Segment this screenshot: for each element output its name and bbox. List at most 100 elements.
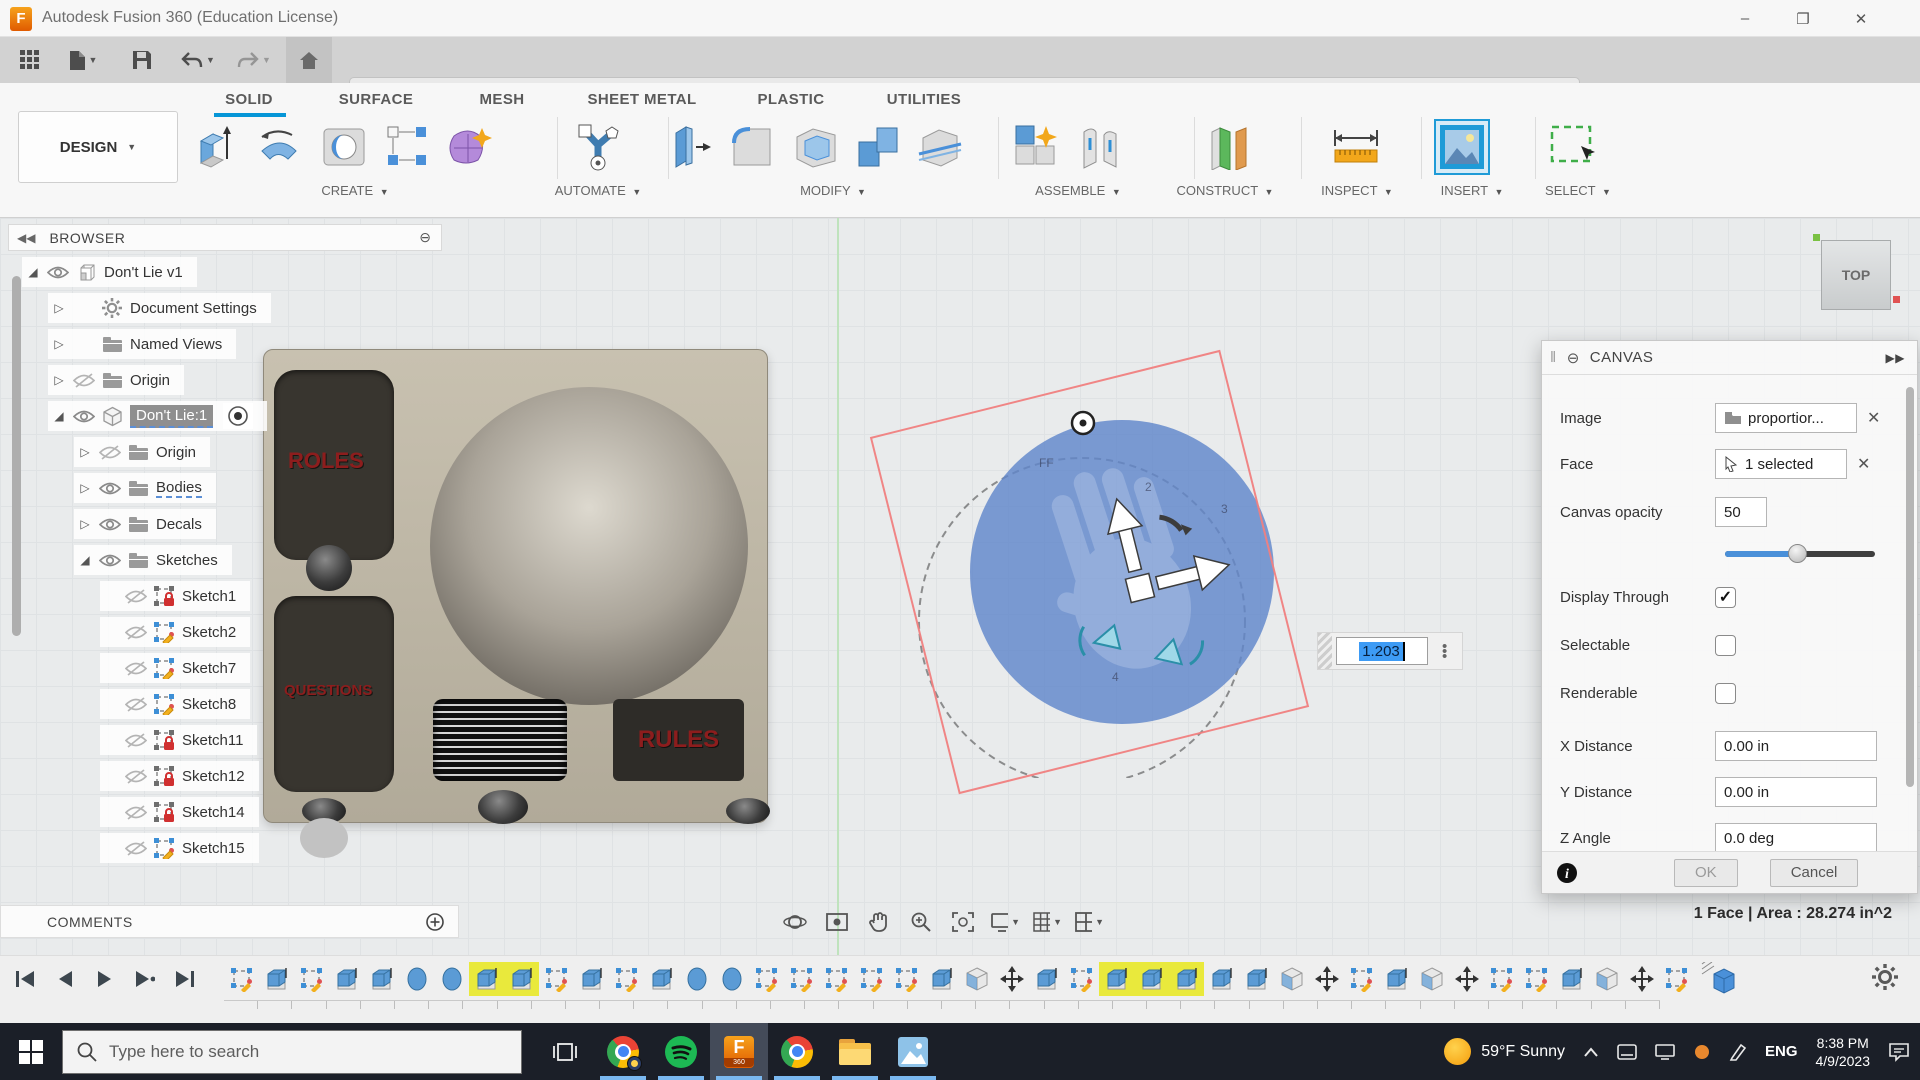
press-pull-icon[interactable]	[664, 121, 716, 173]
group-label-inspect[interactable]: INSPECT ▼	[1321, 183, 1393, 198]
timeline-feature-extrude[interactable]	[259, 962, 294, 996]
visibility-eye-icon[interactable]	[70, 373, 98, 388]
timeline-feature-sketch[interactable]	[1344, 962, 1379, 996]
canvas-dialog-header[interactable]: ‖ ⊖ CANVAS ▶▶	[1542, 341, 1917, 375]
timeline-feature-sketch[interactable]	[1484, 962, 1519, 996]
browser-row-sketch8[interactable]: Sketch8	[100, 689, 250, 719]
visibility-eye-icon[interactable]	[122, 589, 150, 604]
view-cube[interactable]: TOP	[1821, 240, 1891, 310]
timeline-feature-ellipse[interactable]	[434, 962, 469, 996]
taskbar-app-file-explorer[interactable]	[826, 1023, 884, 1080]
group-label-assemble[interactable]: ASSEMBLE ▼	[1035, 183, 1121, 198]
taskbar-search[interactable]: Type here to search	[62, 1030, 522, 1074]
visibility-eye-icon[interactable]	[96, 517, 124, 532]
timeline-feature-sketch[interactable]	[539, 962, 574, 996]
ok-button[interactable]: OK	[1674, 859, 1738, 887]
scale-value-input[interactable]: 1.203	[1336, 637, 1428, 665]
timeline-feature-move[interactable]	[1624, 962, 1659, 996]
timeline-feature-extrude[interactable]	[1239, 962, 1274, 996]
pattern-icon[interactable]	[382, 121, 434, 173]
group-label-modify[interactable]: MODIFY ▼	[800, 183, 866, 198]
model-knob[interactable]	[306, 545, 352, 591]
select-icon[interactable]	[1548, 121, 1600, 173]
browser-header[interactable]: ◀◀ BROWSER ⊖	[8, 224, 442, 251]
clear-face-icon[interactable]: ✕	[1857, 454, 1870, 474]
visibility-eye-icon[interactable]	[96, 553, 124, 568]
visibility-eye-icon[interactable]	[122, 805, 150, 820]
browser-row-sketch15[interactable]: Sketch15	[100, 833, 259, 863]
insert-canvas-icon[interactable]	[1436, 121, 1488, 173]
model-knob[interactable]	[726, 798, 770, 824]
taskbar-clock[interactable]: 8:38 PM 4/9/2023	[1816, 1034, 1871, 1070]
taskbar-app-spotify[interactable]	[652, 1023, 710, 1080]
timeline-playhead[interactable]	[1700, 962, 1740, 1003]
browser-minus-icon[interactable]: ⊖	[419, 229, 431, 246]
tab-sheet-metal[interactable]: SHEET METAL	[587, 91, 696, 108]
browser-row-decals[interactable]: ▷Decals	[74, 509, 216, 539]
group-label-automate[interactable]: AUTOMATE ▼	[555, 183, 642, 198]
timeline-feature-sketch[interactable]	[294, 962, 329, 996]
visibility-eye-icon[interactable]	[96, 445, 124, 460]
visibility-eye-icon[interactable]	[70, 409, 98, 424]
timeline-feature-component[interactable]	[959, 962, 994, 996]
image-value-box[interactable]: proportior...	[1715, 403, 1857, 433]
popover-drag-handle[interactable]	[1318, 633, 1332, 669]
browser-row-document-settings[interactable]: ▷Document Settings	[48, 293, 271, 323]
timeline-feature-extrude-highlighted[interactable]	[1134, 962, 1169, 996]
timeline-feature-sketch[interactable]	[609, 962, 644, 996]
go-to-start-button[interactable]	[12, 966, 38, 992]
dialog-collapse-icon[interactable]: ⊖	[1567, 349, 1580, 367]
renderable-checkbox[interactable]	[1715, 683, 1736, 704]
opacity-slider[interactable]	[1725, 551, 1875, 557]
expand-arrow-icon[interactable]: ▷	[48, 337, 70, 351]
pen-tray-icon[interactable]	[1729, 1043, 1747, 1061]
close-button[interactable]: ✕	[1832, 0, 1890, 37]
free-move-handle[interactable]	[1125, 573, 1154, 602]
construct-plane-icon[interactable]	[1200, 121, 1252, 173]
cancel-button[interactable]: Cancel	[1770, 859, 1859, 887]
dialog-expand-icon[interactable]: ▶▶	[1886, 351, 1905, 365]
comments-bar[interactable]: COMMENTS	[0, 905, 459, 938]
timeline-feature-extrude-highlighted[interactable]	[469, 962, 504, 996]
expand-arrow-icon[interactable]: ▷	[48, 301, 70, 315]
fillet-icon[interactable]	[726, 121, 778, 173]
viewports-icon[interactable]: ▼	[1074, 908, 1104, 936]
go-to-end-button[interactable]	[172, 966, 198, 992]
face-value-box[interactable]: 1 selected	[1715, 449, 1847, 479]
grid-icon[interactable]: ▼	[1032, 908, 1062, 936]
model-knob[interactable]	[478, 790, 528, 824]
browser-row-sketch2[interactable]: Sketch2	[100, 617, 250, 647]
scale-handle[interactable]	[1076, 620, 1120, 658]
timeline-feature-sketch[interactable]	[1659, 962, 1694, 996]
browser-row-sketch12[interactable]: Sketch12	[100, 761, 259, 791]
taskbar-app-task-view[interactable]	[536, 1023, 594, 1080]
display-tray-icon[interactable]	[1655, 1044, 1675, 1060]
browser-row-sketch14[interactable]: Sketch14	[100, 797, 259, 827]
timeline-feature-ellipse[interactable]	[399, 962, 434, 996]
extrude-icon[interactable]	[190, 121, 242, 173]
combine-icon[interactable]	[852, 121, 904, 173]
timeline-feature-extrude[interactable]	[364, 962, 399, 996]
timeline-feature-extrude[interactable]	[644, 962, 679, 996]
minimize-button[interactable]: –	[1716, 0, 1774, 37]
language-indicator[interactable]: ENG	[1765, 1043, 1798, 1060]
tab-solid[interactable]: SOLID	[225, 91, 273, 108]
timeline-feature-sketch[interactable]	[1064, 962, 1099, 996]
slider-handle[interactable]	[1788, 544, 1807, 563]
app-grid-icon[interactable]	[14, 37, 46, 83]
browser-scrollbar[interactable]	[12, 276, 21, 636]
opacity-input[interactable]: 50	[1715, 497, 1767, 527]
new-component-icon[interactable]	[1010, 121, 1062, 173]
browser-row-sketch7[interactable]: Sketch7	[100, 653, 250, 683]
collapse-arrow-icon[interactable]: ◢	[74, 553, 96, 567]
look-at-icon[interactable]	[822, 908, 852, 936]
browser-row-sketches[interactable]: ◢Sketches	[74, 545, 232, 575]
split-body-icon[interactable]	[914, 121, 966, 173]
timeline-feature-extrude[interactable]	[1379, 962, 1414, 996]
measure-icon[interactable]	[1330, 121, 1382, 173]
timeline-feature-sketch[interactable]	[819, 962, 854, 996]
touch-keyboard-icon[interactable]	[1617, 1044, 1637, 1060]
browser-row-origin[interactable]: ▷Origin	[48, 365, 184, 395]
comments-add-icon[interactable]	[426, 913, 444, 931]
expand-arrow-icon[interactable]: ▷	[74, 445, 96, 459]
